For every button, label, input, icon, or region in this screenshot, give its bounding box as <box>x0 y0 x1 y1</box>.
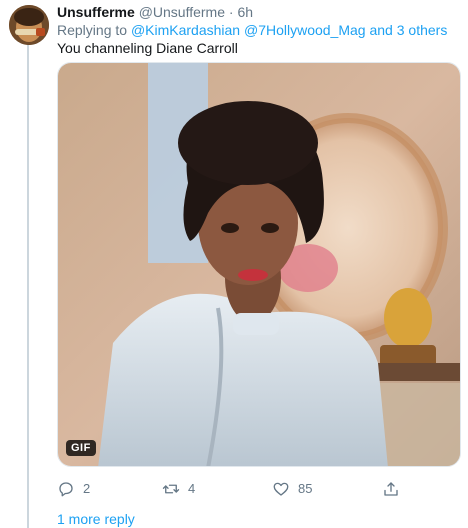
like-count: 85 <box>298 481 313 496</box>
reply-count: 2 <box>83 481 91 496</box>
tweet-text: You channeling Diane Carroll <box>57 40 238 56</box>
tweet-header: Unsufferme @Unsufferme · 6h <box>57 3 253 21</box>
share-icon <box>384 482 398 496</box>
replying-to: Replying to @KimKardashian @7Hollywood_M… <box>57 21 447 39</box>
like-button[interactable]: 85 <box>272 480 312 498</box>
retweet-icon <box>162 484 180 494</box>
replying-and: and <box>369 22 393 38</box>
thread-line <box>27 44 29 528</box>
avatar[interactable] <box>9 5 49 45</box>
gif-badge: GIF <box>66 440 96 456</box>
retweet-count: 4 <box>188 481 196 496</box>
separator-dot: · <box>228 4 234 20</box>
retweet-button[interactable]: 4 <box>162 480 195 498</box>
gif-media[interactable]: GIF <box>57 62 461 467</box>
reply-icon <box>59 482 73 497</box>
tweet-timestamp[interactable]: 6h <box>237 4 253 20</box>
like-icon <box>273 482 289 496</box>
replying-prefix: Replying to <box>57 22 128 38</box>
share-button[interactable] <box>382 480 400 498</box>
replying-others-link[interactable]: 3 others <box>397 22 448 38</box>
avatar-image <box>9 5 49 45</box>
user-handle[interactable]: @Unsufferme <box>139 4 225 20</box>
gif-frame <box>58 63 460 466</box>
replying-users-link[interactable]: @KimKardashian @7Hollywood_Mag <box>131 22 366 38</box>
tweet-actions: 2 4 85 <box>57 480 461 498</box>
tweet: Unsufferme @Unsufferme · 6h Replying to … <box>0 0 468 528</box>
more-replies-link[interactable]: 1 more reply <box>57 510 135 528</box>
reply-button[interactable]: 2 <box>57 480 90 498</box>
display-name[interactable]: Unsufferme <box>57 4 135 20</box>
